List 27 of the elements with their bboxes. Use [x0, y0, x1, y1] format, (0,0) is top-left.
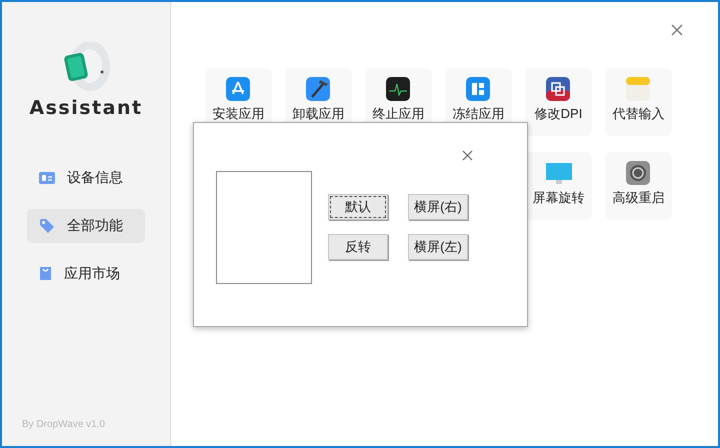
shopping-bag-icon — [39, 266, 52, 281]
layout-icon — [466, 77, 492, 103]
app-store-icon — [226, 77, 252, 103]
sidebar-item[interactable]: 设备信息 — [27, 160, 145, 194]
dialog-button[interactable]: 反转 — [328, 234, 388, 260]
hammer-icon — [306, 77, 332, 103]
activity-monitor-icon — [386, 77, 412, 103]
feature-tile[interactable]: 修改DPI — [525, 68, 592, 136]
tag-icon — [39, 218, 55, 234]
dialog-button[interactable]: 横屏(左) — [408, 234, 468, 260]
feature-tile[interactable]: 屏幕旋转 — [525, 152, 592, 220]
monitor-icon — [546, 161, 572, 187]
notes-icon — [626, 77, 652, 103]
gear-icon — [626, 161, 652, 187]
version-text: By DropWave v1.0 — [22, 418, 105, 432]
smartwatch-icon — [62, 42, 110, 92]
close-icon[interactable] — [671, 24, 683, 36]
sidebar-item[interactable]: 全部功能 — [27, 208, 145, 242]
swap-icon — [546, 77, 572, 103]
id-card-icon — [39, 172, 55, 184]
dialog-button[interactable]: 默认 — [328, 194, 388, 220]
sidebar-item[interactable]: 应用市场 — [27, 256, 145, 290]
close-icon[interactable] — [462, 150, 473, 161]
app-logo-text: Assistant — [29, 96, 143, 121]
dialog-button[interactable]: 横屏(右) — [408, 194, 468, 220]
feature-tile[interactable]: 高级重启 — [605, 152, 672, 220]
feature-tile[interactable]: 代替输入 — [605, 68, 672, 136]
